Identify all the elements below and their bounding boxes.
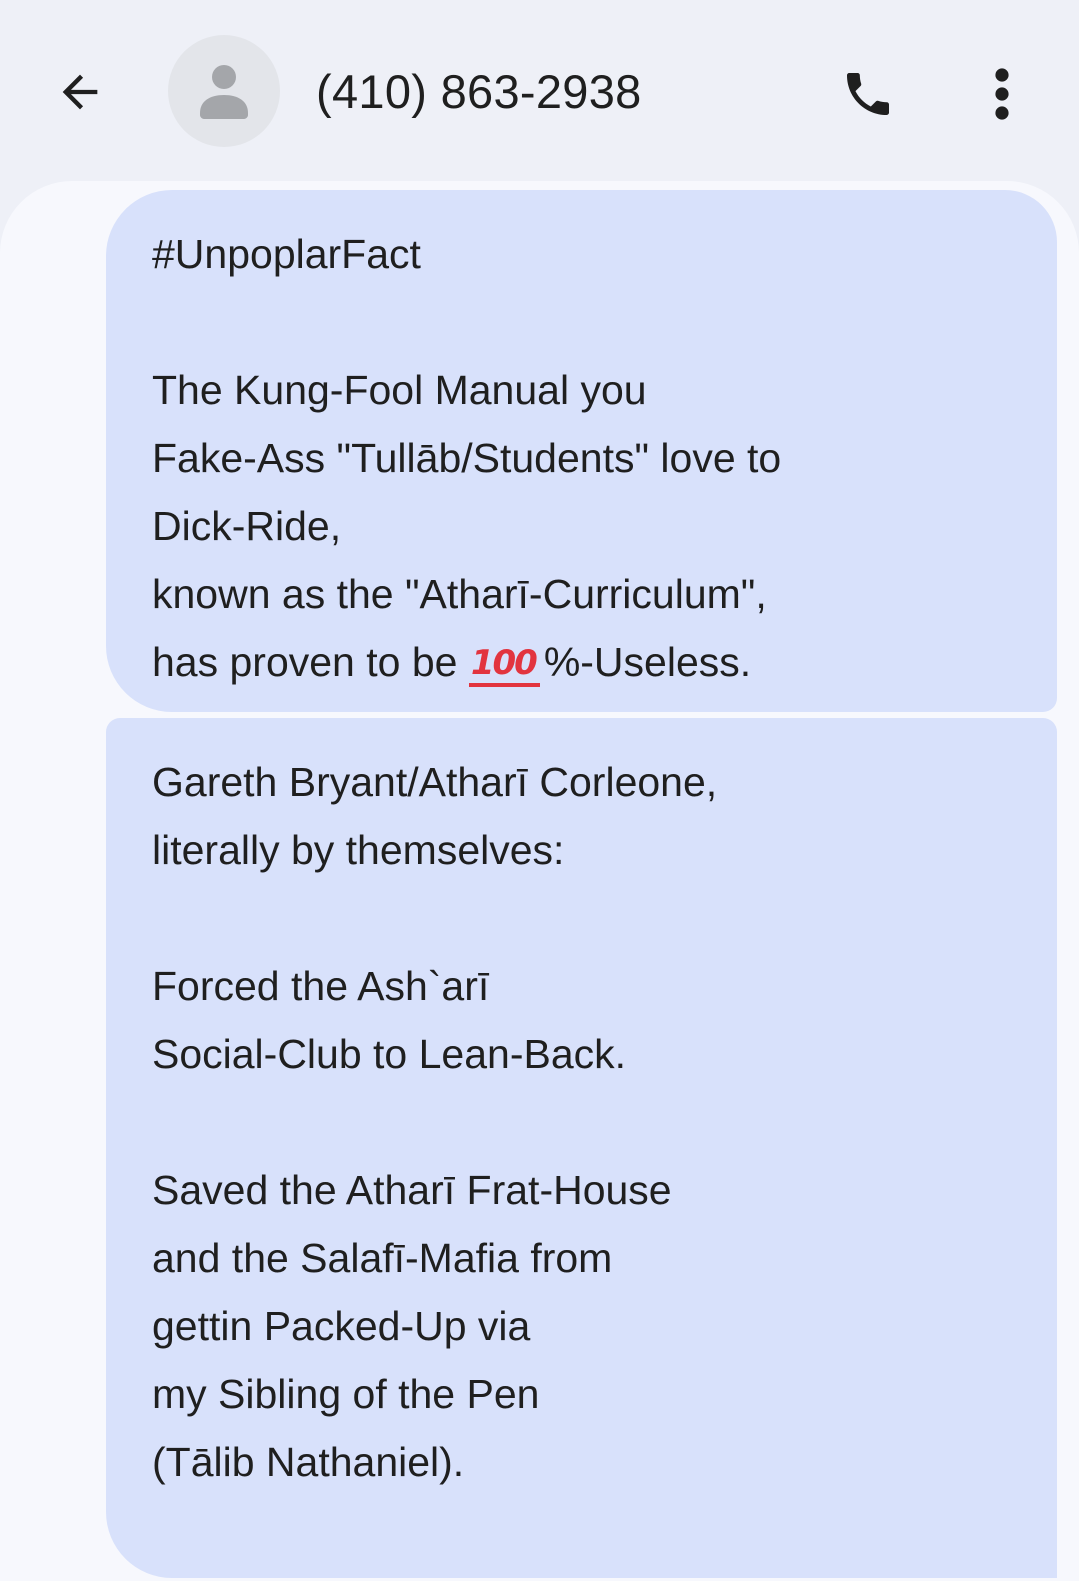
- message-text: #UnpoplarFact The Kung-Fool Manual you F…: [152, 231, 782, 685]
- more-vert-icon: [995, 68, 1009, 120]
- top-app-bar: (410) 863-2938: [0, 0, 1079, 182]
- message-text: Gareth Bryant/Atharī Corleone, literally…: [152, 759, 718, 1485]
- contact-title[interactable]: (410) 863-2938: [316, 62, 642, 122]
- phone-icon: [847, 73, 889, 115]
- message-text: %-Useless.: [543, 639, 752, 685]
- contact-avatar[interactable]: [168, 35, 280, 147]
- call-button[interactable]: [830, 56, 906, 132]
- message-bubble[interactable]: #UnpoplarFact The Kung-Fool Manual you F…: [106, 190, 1057, 712]
- more-options-button[interactable]: [964, 56, 1040, 132]
- message-bubble[interactable]: Gareth Bryant/Atharī Corleone, literally…: [106, 718, 1057, 1578]
- person-icon: [200, 65, 248, 119]
- arrow-left-icon: [62, 74, 98, 110]
- hundred-points-emoji: 100: [468, 643, 540, 687]
- back-button[interactable]: [44, 56, 116, 128]
